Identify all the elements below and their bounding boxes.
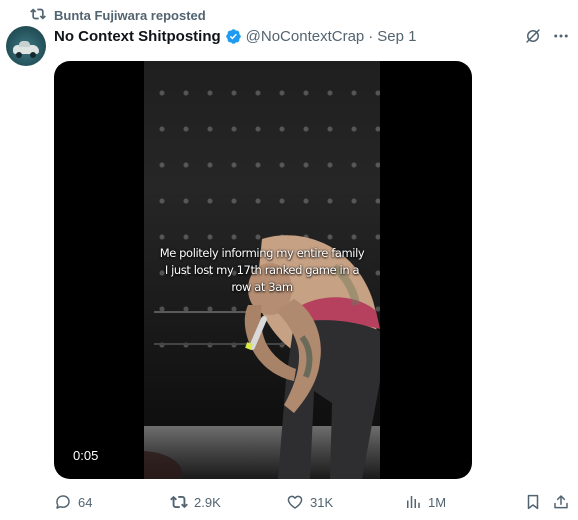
caption-line: I just lost my 17th ranked game in a <box>164 263 360 277</box>
repost-label[interactable]: Bunta Fujiwara reposted <box>54 8 206 23</box>
bookmark-button[interactable] <box>524 492 542 512</box>
share-icon <box>554 495 568 509</box>
repost-button[interactable]: 2.9K <box>170 492 221 512</box>
like-count: 31K <box>310 494 334 510</box>
more-icon[interactable] <box>552 27 570 45</box>
reply-count: 64 <box>78 494 93 510</box>
like-icon <box>287 495 303 509</box>
video-caption: Me politely informing my entire family I… <box>146 245 378 296</box>
share-button[interactable] <box>552 492 570 512</box>
avatar-wheel <box>16 52 22 58</box>
tweet-header: No Context Shitposting @NoContextCrap · … <box>54 26 488 46</box>
handle[interactable]: @NoContextCrap <box>246 28 365 45</box>
like-button[interactable]: 31K <box>286 492 333 512</box>
separator-dot: · <box>368 27 374 45</box>
reply-button[interactable]: 64 <box>54 492 92 512</box>
tweet-date[interactable]: Sep 1 <box>377 28 416 45</box>
repost-icon <box>170 495 188 509</box>
caption-line: row at 3am <box>231 280 293 294</box>
views-button[interactable]: 1M <box>404 492 446 512</box>
repost-icon <box>30 6 46 25</box>
avatar-wheel <box>30 52 36 58</box>
display-name[interactable]: No Context Shitposting <box>54 28 221 45</box>
reply-icon <box>56 495 70 509</box>
bookmark-icon <box>527 494 539 510</box>
caption-line: Me politely informing my entire family <box>159 246 365 260</box>
avatar[interactable] <box>6 26 46 66</box>
repost-context[interactable]: Bunta Fujiwara reposted <box>30 6 206 24</box>
video-player[interactable]: Me politely informing my entire family I… <box>54 61 472 479</box>
views-icon <box>407 496 420 508</box>
view-count: 1M <box>428 494 447 510</box>
video-timestamp: 0:05 <box>67 447 105 464</box>
action-bar: 64 2.9K 31K 1M <box>54 492 570 512</box>
grok-icon[interactable] <box>524 27 542 45</box>
repost-count: 2.9K <box>194 494 221 510</box>
verified-badge-icon[interactable] <box>225 28 242 45</box>
